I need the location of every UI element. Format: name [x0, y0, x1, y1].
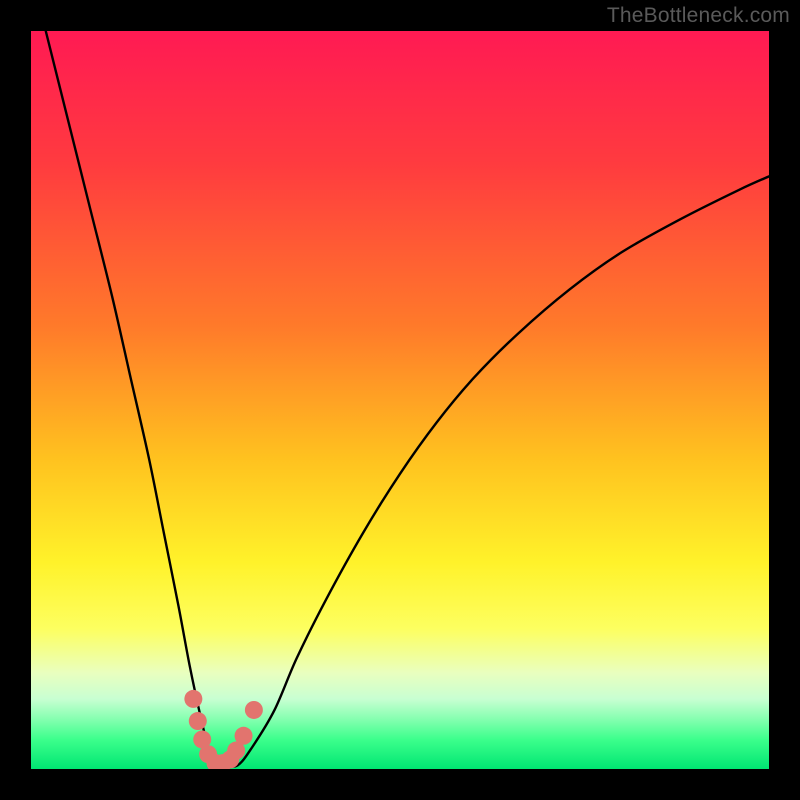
bottleneck-curve-chart [31, 31, 769, 769]
curve-marker [184, 690, 202, 708]
curve-marker [245, 701, 263, 719]
plot-area [31, 31, 769, 769]
chart-frame: TheBottleneck.com [0, 0, 800, 800]
curve-marker [235, 727, 253, 745]
curve-marker [189, 712, 207, 730]
gradient-background [31, 31, 769, 769]
watermark-text: TheBottleneck.com [607, 4, 790, 28]
